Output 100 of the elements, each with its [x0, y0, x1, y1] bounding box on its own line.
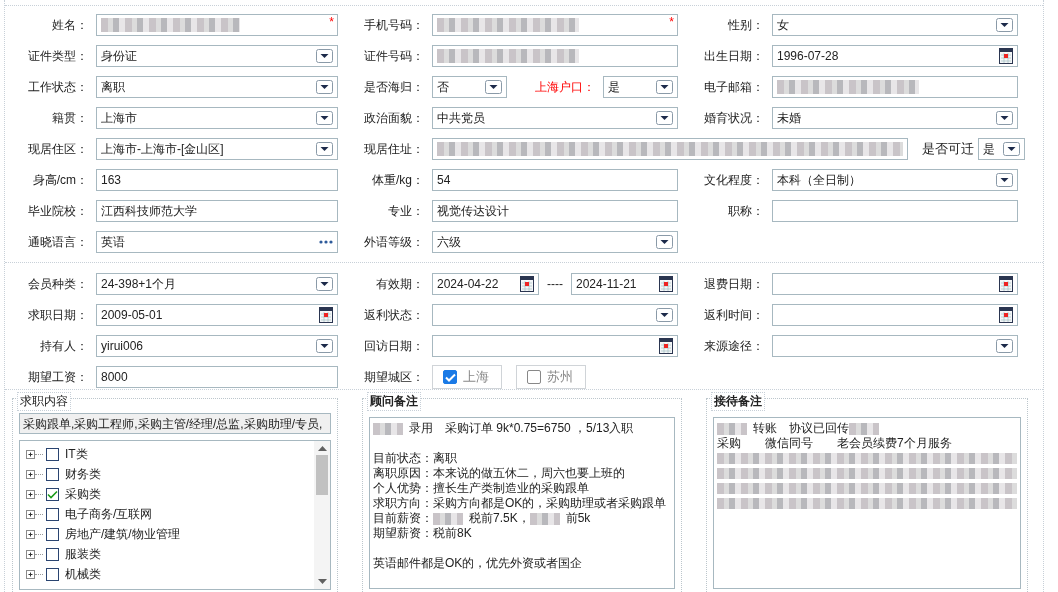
dropdown-field[interactable]: 身份证	[96, 45, 338, 67]
date-field[interactable]: 2024-11-21	[571, 273, 678, 295]
dropdown-caret-icon[interactable]	[656, 111, 673, 125]
checkbox[interactable]	[46, 467, 59, 481]
scrollbar[interactable]	[314, 441, 330, 589]
dropdown-caret-icon[interactable]	[996, 173, 1013, 187]
note-text: 求职方向：采购方向都是OK的，采购助理或者采购跟单	[373, 496, 667, 511]
dropdown-caret-icon[interactable]	[316, 80, 333, 94]
calendar-icon[interactable]	[319, 307, 333, 323]
dropdown-caret-icon[interactable]	[656, 308, 673, 322]
expand-icon[interactable]	[26, 549, 35, 559]
dropdown-field[interactable]: 上海市-上海市-[金山区]	[96, 138, 338, 160]
dropdown-caret-icon[interactable]	[996, 339, 1013, 353]
expand-icon[interactable]	[26, 569, 35, 579]
dropdown-field[interactable]: 女	[772, 14, 1018, 36]
checkbox[interactable]	[46, 507, 59, 521]
tree-item[interactable]: 财务类	[65, 465, 101, 483]
expand-icon[interactable]	[26, 509, 35, 519]
dropdown-caret-icon[interactable]	[996, 18, 1013, 32]
checkbox[interactable]	[46, 487, 59, 501]
input-field[interactable]: 8000	[96, 366, 338, 388]
tree-item[interactable]: 电子商务/互联网	[65, 505, 153, 523]
dropdown-caret-icon[interactable]	[656, 235, 673, 249]
expand-icon[interactable]	[26, 489, 35, 499]
input-field[interactable]: 163	[96, 169, 338, 191]
date-field[interactable]	[772, 304, 1018, 326]
calendar-icon[interactable]	[999, 48, 1013, 64]
input-field[interactable]: *	[432, 14, 678, 36]
dropdown-field[interactable]: yirui006	[96, 335, 338, 357]
field-label: 性别：	[727, 16, 765, 34]
scroll-down-icon[interactable]	[317, 579, 327, 584]
text-area[interactable]: 转账 协议已回传 采购 微信同号 老会员续费7个月服务	[713, 417, 1021, 589]
dropdown-caret-icon[interactable]	[316, 49, 333, 63]
dropdown-field[interactable]: 本科（全日制）	[772, 169, 1018, 191]
dropdown-field[interactable]: 否	[432, 76, 507, 98]
required-mark: *	[669, 16, 674, 28]
dropdown-field[interactable]: 中共党员	[432, 107, 678, 129]
expand-icon[interactable]	[26, 449, 35, 459]
date-field[interactable]: 2024-04-22	[432, 273, 539, 295]
dropdown-field[interactable]: 未婚	[772, 107, 1018, 129]
checkbox[interactable]	[46, 567, 59, 581]
dropdown-field[interactable]: 六级	[432, 231, 678, 253]
tree-item[interactable]: 机械类	[65, 565, 101, 583]
field-label: 文化程度：	[703, 171, 765, 189]
checkbox[interactable]	[46, 547, 59, 561]
more-icon[interactable]	[319, 240, 333, 244]
calendar-icon[interactable]	[999, 276, 1013, 292]
input-field[interactable]	[432, 45, 678, 67]
input-field[interactable]: 54	[432, 169, 678, 191]
input-field[interactable]: 视觉传达设计	[432, 200, 678, 222]
input-field[interactable]: 采购跟单,采购工程师,采购主管/经理/总监,采购助理/专员,	[19, 413, 331, 434]
input-field[interactable]: *	[96, 14, 338, 36]
dropdown-caret-icon[interactable]	[316, 339, 333, 353]
panel-title: 求职内容	[17, 392, 71, 411]
calendar-icon[interactable]	[659, 276, 673, 292]
dropdown-caret-icon[interactable]	[485, 80, 502, 94]
tree-item[interactable]: 采购类	[65, 485, 101, 503]
checkbox-option[interactable]: 上海	[432, 365, 502, 389]
note-text: 前5k	[565, 511, 591, 526]
expand-icon[interactable]	[26, 529, 35, 539]
calendar-icon[interactable]	[520, 276, 534, 292]
date-field[interactable]: 1996-07-28	[772, 45, 1018, 67]
date-field[interactable]	[432, 335, 678, 357]
field-label: 持有人：	[39, 337, 89, 355]
scrollbar-thumb[interactable]	[316, 455, 328, 495]
dropdown-caret-icon[interactable]	[656, 80, 673, 94]
dropdown-field[interactable]	[772, 335, 1018, 357]
tree-item[interactable]: 服装类	[65, 545, 101, 563]
scroll-up-icon[interactable]	[317, 446, 327, 451]
dropdown-field[interactable]: 离职	[96, 76, 338, 98]
input-field[interactable]: 英语	[96, 231, 338, 253]
checkbox[interactable]	[46, 527, 59, 541]
input-field[interactable]	[772, 76, 1018, 98]
dropdown-caret-icon[interactable]	[1003, 142, 1020, 156]
dropdown-field[interactable]: 是	[603, 76, 678, 98]
expand-icon[interactable]	[26, 469, 35, 479]
input-field[interactable]	[772, 200, 1018, 222]
tree-item[interactable]: 房地产/建筑/物业管理	[65, 525, 180, 543]
field-label: 体重/kg：	[371, 171, 425, 189]
dropdown-field[interactable]	[432, 304, 678, 326]
dropdown-field[interactable]: 上海市	[96, 107, 338, 129]
field-label: 返利状态：	[363, 306, 425, 324]
dropdown-field[interactable]: 24-398+1个月	[96, 273, 338, 295]
calendar-icon[interactable]	[999, 307, 1013, 323]
checkbox-option[interactable]: 苏州	[516, 365, 586, 389]
text-area[interactable]: 录用 采购订单 9k*0.75=6750 ，5/13入职 目前状态：离职 离职原因：本来说的做五休二，周六也要上班的 个人优势：擅长生产类制造业的采购跟单 求职方向：采购方向都是OK的，采购助理或者采购跟单 目前薪资： 税前7.5K， 前5k 期望薪资：税前8K 英语邮件都是OK的，优先外资或者国企	[369, 417, 675, 589]
input-field[interactable]: 江西科技师范大学	[96, 200, 338, 222]
note-text: 离职原因：本来说的做五休二，周六也要上班的	[373, 466, 625, 481]
dropdown-caret-icon[interactable]	[316, 277, 333, 291]
dropdown-caret-icon[interactable]	[996, 111, 1013, 125]
field-label: 证件类型：	[27, 47, 89, 65]
tree-item[interactable]: IT类	[65, 445, 88, 463]
dropdown-caret-icon[interactable]	[316, 142, 333, 156]
dropdown-caret-icon[interactable]	[316, 111, 333, 125]
dropdown-field[interactable]: 是	[978, 138, 1025, 160]
checkbox[interactable]	[46, 447, 59, 461]
input-field[interactable]	[432, 138, 908, 160]
date-field[interactable]	[772, 273, 1018, 295]
calendar-icon[interactable]	[659, 338, 673, 354]
date-field[interactable]: 2009-05-01	[96, 304, 338, 326]
